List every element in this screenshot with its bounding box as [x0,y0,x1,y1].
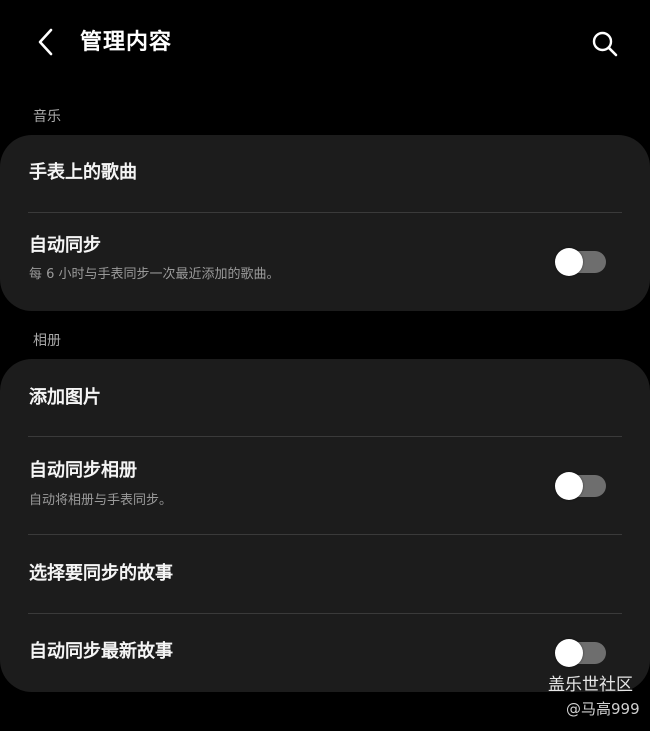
section-label-album: 相册 [33,333,61,349]
watermark-user: @马高999 [566,700,640,718]
toggle-thumb [555,472,583,500]
back-button[interactable] [26,22,66,62]
chevron-left-icon [38,28,53,56]
album-auto-sync-description: 自动将相册与手表同步。 [29,493,173,508]
songs-on-watch-item[interactable]: 手表上的歌曲 [0,135,650,213]
music-auto-sync-description: 每 6 小时与手表同步一次最近添加的歌曲。 [29,267,280,282]
search-button[interactable] [585,24,625,64]
page-title: 管理内容 [80,30,173,55]
search-icon [592,31,618,57]
app-bar: 管理内容 [0,0,650,86]
stories-auto-sync-toggle[interactable] [555,639,606,667]
stories-auto-sync-label: 自动同步最新故事 [29,641,173,662]
toggle-thumb [555,248,583,276]
songs-on-watch-label: 手表上的歌曲 [29,162,137,183]
album-auto-sync-label: 自动同步相册 [29,460,137,481]
choose-stories-item[interactable]: 选择要同步的故事 [0,535,650,613]
add-pictures-label: 添加图片 [29,387,101,408]
album-auto-sync-toggle[interactable] [555,472,606,500]
add-pictures-item[interactable]: 添加图片 [0,359,650,437]
album-auto-sync-item[interactable]: 自动同步相册 自动将相册与手表同步。 [0,437,650,534]
section-label-music: 音乐 [33,109,61,125]
music-auto-sync-label: 自动同步 [29,235,101,256]
toggle-thumb [555,639,583,667]
manage-content-screen: 管理内容 音乐 手表上的歌曲 自动同步 每 6 小时与手表同步一次最近添加的歌曲… [0,0,650,731]
music-auto-sync-item[interactable]: 自动同步 每 6 小时与手表同步一次最近添加的歌曲。 [0,213,650,311]
watermark-site: 盖乐世社区 [548,675,633,695]
choose-stories-label: 选择要同步的故事 [29,563,173,584]
music-card: 手表上的歌曲 自动同步 每 6 小时与手表同步一次最近添加的歌曲。 [0,135,650,311]
album-card: 添加图片 自动同步相册 自动将相册与手表同步。 选择要同步的故事 自动同步最新故… [0,359,650,692]
music-auto-sync-toggle[interactable] [555,248,606,276]
